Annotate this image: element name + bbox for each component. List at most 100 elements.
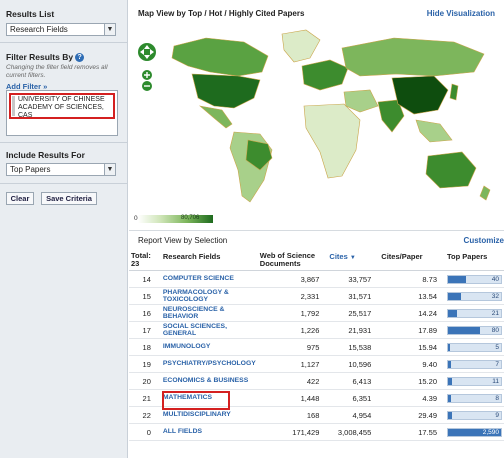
rank-cell: 16 xyxy=(129,304,161,322)
wos-cell: 422 xyxy=(257,372,328,390)
divider xyxy=(0,183,128,184)
africa-region xyxy=(303,103,361,179)
top-papers-value: 32 xyxy=(491,292,499,300)
cites-cell: 31,571 xyxy=(327,287,380,305)
cites-cell: 25,517 xyxy=(327,304,380,322)
results-list-value: Research Fields xyxy=(10,25,68,34)
table-row[interactable]: 17 SOCIAL SCIENCES, GENERAL 1,226 21,931 17.… xyxy=(129,321,504,339)
chevron-down-icon: ▼ xyxy=(104,24,115,35)
top-papers-bar: 11 xyxy=(447,376,502,386)
rank-cell: 17 xyxy=(129,321,161,339)
rank-cell: 18 xyxy=(129,338,161,356)
help-icon[interactable]: ? xyxy=(75,53,85,63)
new-zealand-region xyxy=(479,185,491,201)
cites-cell: 3,008,455 xyxy=(327,423,380,441)
table-row[interactable]: 14 COMPUTER SCIENCE 3,867 33,757 8.73 40 xyxy=(129,270,504,288)
top-papers-value: 21 xyxy=(491,309,499,317)
cites-cell: 6,351 xyxy=(327,389,380,407)
cites-header[interactable]: Cites ▼ xyxy=(327,250,380,271)
field-link[interactable]: PHARMACOLOGY & TOXICOLOGY xyxy=(160,287,258,305)
field-link[interactable]: SOCIAL SCIENCES, GENERAL xyxy=(160,321,258,339)
top-papers-bar: 7 xyxy=(447,359,502,369)
cites-per-paper-cell: 15.20 xyxy=(379,372,445,390)
wos-cell: 3,867 xyxy=(257,270,328,288)
cites-cell: 6,413 xyxy=(327,372,380,390)
include-select[interactable]: Top Papers ▼ xyxy=(6,163,116,176)
top-papers-bar-fill xyxy=(448,394,452,402)
cites-per-paper-cell: 4.39 xyxy=(379,389,445,407)
top-papers-cell[interactable]: 7 xyxy=(445,355,504,373)
zoom-in-icon[interactable] xyxy=(142,70,152,80)
table-row[interactable]: 18 IMMUNOLOGY 975 15,538 15.94 5 xyxy=(129,338,504,356)
field-header[interactable]: Research Fields xyxy=(160,250,258,271)
cites-cell: 33,757 xyxy=(327,270,380,288)
results-list-select[interactable]: Research Fields ▼ xyxy=(6,23,116,36)
top-papers-cell[interactable]: 11 xyxy=(445,372,504,390)
rank-cell: 20 xyxy=(129,372,161,390)
pan-control[interactable] xyxy=(138,43,156,61)
cites-per-paper-cell: 29.49 xyxy=(379,406,445,424)
divider xyxy=(0,42,128,43)
cites-cell: 10,596 xyxy=(327,355,380,373)
top-papers-cell[interactable]: 40 xyxy=(445,270,504,288)
table-row[interactable]: 0 ALL FIELDS 171,429 3,008,455 17.55 2,590 xyxy=(129,423,504,441)
field-link[interactable]: IMMUNOLOGY xyxy=(160,338,258,356)
usa-region xyxy=(191,73,261,109)
table-row[interactable]: 16 NEUROSCIENCE & BEHAVIOR 1,792 25,517 14.2… xyxy=(129,304,504,322)
rank-cell: 14 xyxy=(129,270,161,288)
table-row[interactable]: 20 ECONOMICS & BUSINESS 422 6,413 15.20 11 xyxy=(129,372,504,390)
cites-per-paper-cell: 17.89 xyxy=(379,321,445,339)
field-link[interactable]: ALL FIELDS xyxy=(160,423,258,441)
table-header-row: Total: 23 Research Fields Web of Science … xyxy=(129,250,504,271)
cites-per-paper-cell: 17.55 xyxy=(379,423,445,441)
wos-cell: 1,226 xyxy=(257,321,328,339)
save-criteria-button[interactable]: Save Criteria xyxy=(41,192,97,205)
wos-cell: 2,331 xyxy=(257,287,328,305)
field-link[interactable]: COMPUTER SCIENCE xyxy=(160,270,258,288)
table-row[interactable]: 19 PSYCHIATRY/PSYCHOLOGY 1,127 10,596 9.40 7 xyxy=(129,355,504,373)
top-papers-cell[interactable]: 2,590 xyxy=(445,423,504,441)
zoom-out-icon[interactable] xyxy=(142,81,152,91)
filter-marker xyxy=(12,96,15,116)
top-papers-bar-fill xyxy=(448,292,462,300)
clear-button[interactable]: Clear xyxy=(6,192,34,205)
filter-note: Changing the filter field removes all cu… xyxy=(6,64,108,79)
cites-per-paper-cell: 9.40 xyxy=(379,355,445,373)
hide-visualization-link[interactable]: Hide Visualization xyxy=(427,9,495,18)
mexico-region xyxy=(198,105,233,129)
cites-cell: 15,538 xyxy=(327,338,380,356)
top-papers-bar: 9 xyxy=(447,410,502,420)
filter-title: Filter Results By? xyxy=(6,52,85,63)
cites-per-paper-cell: 14.24 xyxy=(379,304,445,322)
cites-per-paper-header[interactable]: Cites/Paper xyxy=(379,250,445,271)
main-panel: Map View by Top / Hot / Highly Cited Pap… xyxy=(129,0,504,458)
top-papers-bar: 2,590 xyxy=(447,427,502,437)
field-highlight-box xyxy=(162,391,230,410)
world-map[interactable] xyxy=(134,20,494,210)
top-papers-cell[interactable]: 80 xyxy=(445,321,504,339)
europe-region xyxy=(301,59,349,91)
table-row[interactable]: 15 PHARMACOLOGY & TOXICOLOGY 2,331 31,571 13… xyxy=(129,287,504,305)
top-papers-bar-fill xyxy=(448,377,453,385)
top-papers-header[interactable]: Top Papers xyxy=(445,250,504,271)
filter-highlight: UNIVERSITY OF CHINESE ACADEMY OF SCIENCE… xyxy=(9,93,115,119)
top-papers-value: 9 xyxy=(495,411,499,419)
wos-header[interactable]: Web of Science Documents xyxy=(257,250,328,271)
rank-cell: 22 xyxy=(129,406,161,424)
top-papers-cell[interactable]: 5 xyxy=(445,338,504,356)
top-papers-cell[interactable]: 32 xyxy=(445,287,504,305)
top-papers-value: 2,590 xyxy=(482,428,499,436)
customize-link[interactable]: Customize xyxy=(464,236,504,245)
divider xyxy=(0,142,128,143)
filter-box[interactable]: UNIVERSITY OF CHINESE ACADEMY OF SCIENCE… xyxy=(6,90,118,136)
report-title: Report View by Selection xyxy=(138,236,228,245)
field-link[interactable]: NEUROSCIENCE & BEHAVIOR xyxy=(160,304,258,322)
top-papers-value: 40 xyxy=(491,275,499,283)
top-papers-cell[interactable]: 8 xyxy=(445,389,504,407)
field-link[interactable]: ECONOMICS & BUSINESS xyxy=(160,372,258,390)
top-papers-cell[interactable]: 9 xyxy=(445,406,504,424)
greenland-region xyxy=(281,29,321,63)
field-link[interactable]: PSYCHIATRY/PSYCHOLOGY xyxy=(160,355,258,373)
top-papers-bar-fill xyxy=(448,275,467,283)
top-papers-cell[interactable]: 21 xyxy=(445,304,504,322)
